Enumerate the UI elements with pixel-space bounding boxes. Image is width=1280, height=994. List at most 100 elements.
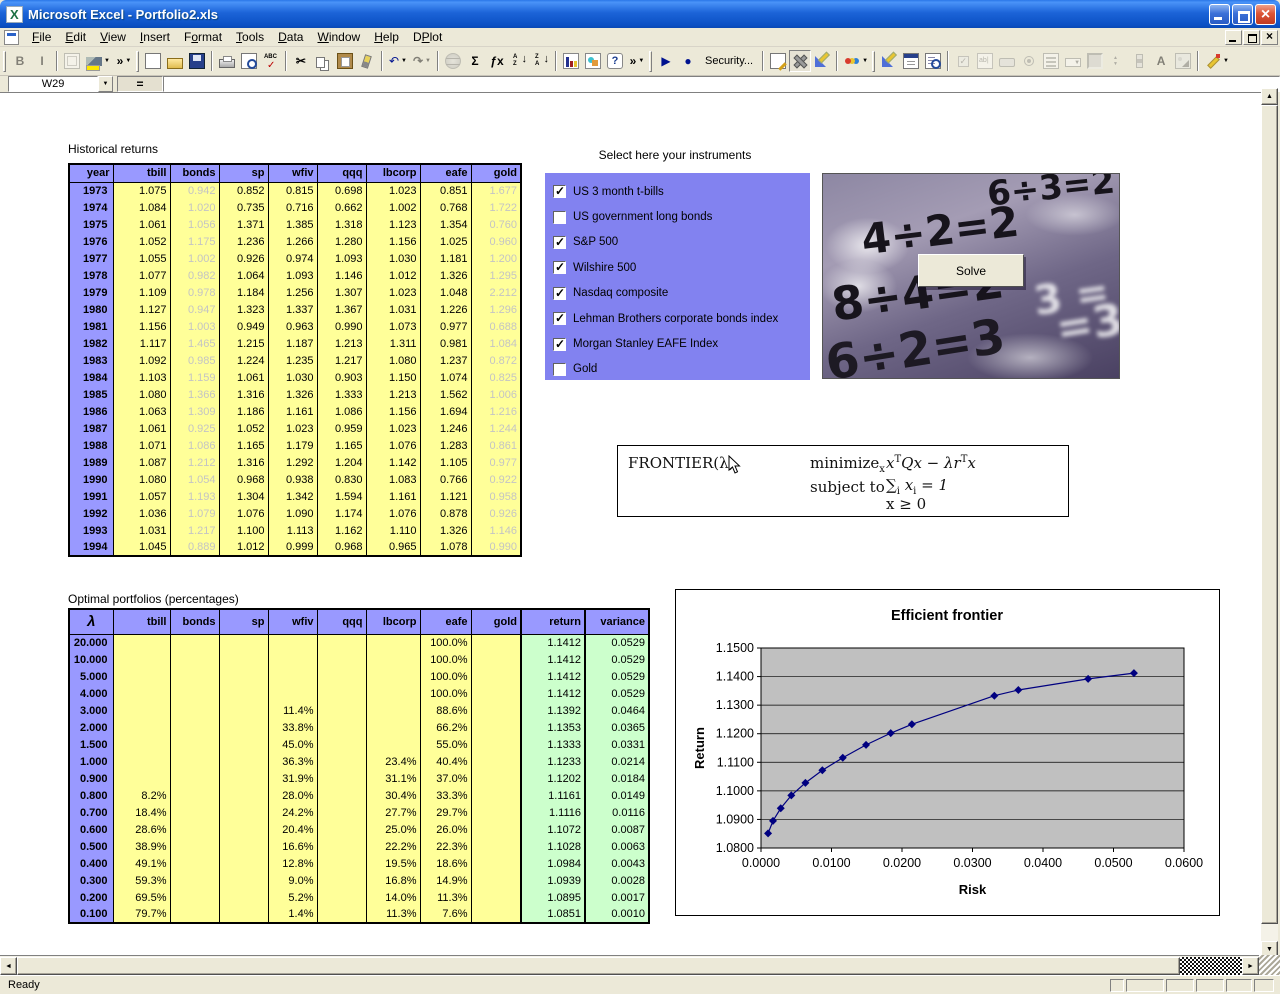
year-cell[interactable]: 1980 [69,301,113,318]
opt-cell[interactable]: 30.4% [366,787,420,804]
opt-cell[interactable] [170,668,219,685]
hist-cell[interactable]: 1.366 [170,386,219,403]
hist-cell[interactable]: 0.861 [471,437,521,454]
hist-cell[interactable]: 1.283 [420,437,471,454]
opt-cell[interactable] [219,855,268,872]
hist-cell[interactable]: 1.054 [170,471,219,488]
opt-cell[interactable] [219,821,268,838]
hist-cell[interactable]: 1.187 [268,335,317,352]
control-toolbox-button[interactable] [789,50,811,72]
variance-cell[interactable]: 0.0331 [585,736,649,753]
hist-cell[interactable]: 1.023 [268,420,317,437]
hist-cell[interactable]: 0.990 [317,318,366,335]
spelling-button[interactable] [260,50,282,72]
opt-cell[interactable]: 40.4% [420,753,471,770]
hist-cell[interactable]: 0.760 [471,216,521,233]
hist-cell[interactable]: 1.083 [366,471,420,488]
opt-cell[interactable] [317,838,366,855]
hist-cell[interactable]: 1.105 [420,454,471,471]
opt-cell[interactable] [113,668,170,685]
hist-cell[interactable]: 1.031 [366,301,420,318]
lambda-cell[interactable]: 3.000 [69,702,113,719]
horizontal-scroll-thumb[interactable] [17,957,1180,975]
variance-cell[interactable]: 0.0529 [585,685,649,702]
hist-cell[interactable]: 1.110 [366,522,420,539]
hist-cell[interactable]: 1.150 [366,369,420,386]
opt-cell[interactable]: 22.2% [366,838,420,855]
menu-insert[interactable]: Insert [133,29,177,45]
hist-cell[interactable]: 1.296 [471,301,521,318]
scroll-left-arrow[interactable]: ◄ [0,957,17,975]
lambda-cell[interactable]: 5.000 [69,668,113,685]
hist-cell[interactable]: 1.117 [113,335,170,352]
year-cell[interactable]: 1994 [69,539,113,556]
return-cell[interactable]: 1.1116 [521,804,585,821]
year-cell[interactable]: 1981 [69,318,113,335]
opt-cell[interactable] [366,736,420,753]
toolbar-drag-handle[interactable] [649,51,652,72]
opt-cell[interactable]: 100.0% [420,651,471,668]
year-cell[interactable]: 1986 [69,403,113,420]
year-cell[interactable]: 1975 [69,216,113,233]
instrument-checkbox-2[interactable] [553,236,566,249]
hist-cell[interactable]: 1.236 [219,233,268,250]
hist-cell[interactable]: 1.077 [113,267,170,284]
paste-function-button[interactable]: ƒx [486,50,508,72]
opt-cell[interactable]: 24.2% [268,804,317,821]
hist-cell[interactable]: 1.200 [471,250,521,267]
return-cell[interactable]: 1.1353 [521,719,585,736]
hist-cell[interactable]: 0.662 [317,199,366,216]
opt-cell[interactable]: 27.7% [366,804,420,821]
opt-cell[interactable]: 20.4% [268,821,317,838]
opt-cell[interactable] [219,770,268,787]
year-cell[interactable]: 1985 [69,386,113,403]
hist-cell[interactable]: 1.086 [317,403,366,420]
hist-cell[interactable]: 1.084 [113,199,170,216]
opt-cell[interactable] [317,889,366,906]
hist-cell[interactable]: 1.023 [366,284,420,301]
hist-cell[interactable]: 1.012 [219,539,268,556]
script-editor-button[interactable]: ▼ [841,50,871,72]
year-cell[interactable]: 1990 [69,471,113,488]
opt-cell[interactable]: 31.1% [366,770,420,787]
hist-cell[interactable]: 0.926 [471,505,521,522]
hist-cell[interactable]: 0.960 [471,233,521,250]
opt-cell[interactable] [219,719,268,736]
hist-cell[interactable]: 1.193 [170,488,219,505]
hist-cell[interactable]: 1.217 [170,522,219,539]
opt-cell[interactable] [113,685,170,702]
lambda-cell[interactable]: 0.600 [69,821,113,838]
year-cell[interactable]: 1977 [69,250,113,267]
new-document-button[interactable] [142,50,164,72]
opt-cell[interactable] [471,634,521,651]
drawing-button[interactable] [582,50,604,72]
lambda-cell[interactable]: 10.000 [69,651,113,668]
return-cell[interactable]: 1.1072 [521,821,585,838]
hist-cell[interactable]: 1.213 [366,386,420,403]
equals-button[interactable]: = [117,76,163,92]
hist-cell[interactable]: 1.326 [420,267,471,284]
opt-cell[interactable] [219,787,268,804]
return-cell[interactable]: 1.0851 [521,906,585,923]
opt-cell[interactable]: 37.0% [420,770,471,787]
hist-cell[interactable]: 1.012 [366,267,420,284]
instrument-checkbox-5[interactable] [553,312,566,325]
opt-cell[interactable] [317,787,366,804]
opt-cell[interactable] [113,719,170,736]
hist-cell[interactable]: 1.055 [113,250,170,267]
opt-cell[interactable]: 14.9% [420,872,471,889]
print-preview-button[interactable] [238,50,260,72]
chart-wizard-button[interactable] [560,50,582,72]
opt-cell[interactable] [268,651,317,668]
hist-cell[interactable]: 0.698 [317,182,366,199]
opt-cell[interactable] [113,634,170,651]
hist-cell[interactable]: 1.337 [268,301,317,318]
hist-cell[interactable]: 0.990 [471,539,521,556]
print-button[interactable] [216,50,238,72]
run-macro-button[interactable]: ▶ [655,50,677,72]
opt-cell[interactable]: 100.0% [420,634,471,651]
opt-cell[interactable] [170,651,219,668]
open-button[interactable] [164,50,186,72]
toolbar-options-dropdown[interactable]: ▼ [125,58,131,64]
opt-cell[interactable] [170,838,219,855]
